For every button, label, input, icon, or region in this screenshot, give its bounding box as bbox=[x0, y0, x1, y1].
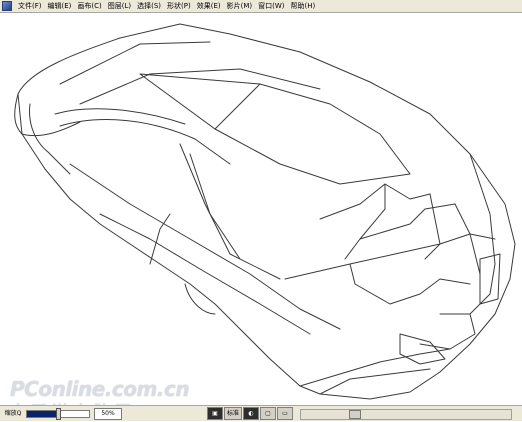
menu-window[interactable]: 窗口(W) bbox=[255, 0, 287, 13]
menu-canvas[interactable]: 画布(C) bbox=[74, 0, 104, 13]
status-bar: 缩放Q 50% ▣ 标准 ◐ ▢ ▭ bbox=[0, 405, 522, 421]
louver-6 bbox=[454, 203, 481, 275]
menu-help[interactable]: 帮助(H) bbox=[288, 0, 319, 13]
louver-4 bbox=[359, 183, 386, 240]
zoom-level[interactable]: 50% bbox=[94, 408, 122, 420]
front-wheel-arch bbox=[184, 283, 216, 315]
car-line-drawing bbox=[14, 23, 516, 400]
side-line bbox=[69, 163, 341, 330]
nose-inner bbox=[29, 103, 71, 175]
louver-3 bbox=[349, 263, 471, 305]
horizontal-scrollbar[interactable] bbox=[300, 409, 512, 420]
car-outline bbox=[17, 23, 516, 400]
louver-2 bbox=[344, 203, 456, 260]
view-mode-buttons: ▣ 标准 ◐ ▢ ▭ bbox=[207, 407, 294, 420]
rear-light bbox=[479, 253, 501, 305]
mode-button-full-icon[interactable]: ▭ bbox=[277, 407, 294, 420]
zoom-slider-thumb[interactable] bbox=[56, 408, 61, 420]
rear-edge bbox=[469, 153, 496, 315]
zoom-slider[interactable] bbox=[26, 408, 90, 420]
air-intake bbox=[399, 333, 446, 365]
roof-line bbox=[54, 108, 186, 125]
menu-file[interactable]: 文件(F) bbox=[15, 0, 45, 13]
engine-cover bbox=[284, 233, 496, 280]
rear-detail bbox=[419, 313, 476, 350]
drawing-canvas[interactable]: PConline.com.cn 太平洋电脑网 bbox=[0, 14, 522, 421]
mode-button-contrast-icon[interactable]: ◐ bbox=[243, 407, 260, 420]
mode-button-frame-icon[interactable]: ▢ bbox=[260, 407, 277, 420]
mode-button-a[interactable]: ▣ bbox=[207, 407, 223, 420]
menu-bar: 文件(F) 编辑(E) 画布(C) 图层(L) 选择(S) 形状(P) 效果(E… bbox=[0, 0, 522, 13]
zoom-tool-label: 缩放Q bbox=[4, 410, 22, 417]
menu-shape[interactable]: 形状(P) bbox=[164, 0, 194, 13]
side-line-2 bbox=[99, 213, 311, 335]
app-icon[interactable] bbox=[2, 1, 12, 11]
windshield-divider bbox=[214, 83, 261, 130]
louver-5 bbox=[424, 193, 441, 260]
menu-select[interactable]: 选择(S) bbox=[134, 0, 164, 13]
scrollbar-thumb[interactable] bbox=[349, 410, 361, 419]
menu-movie[interactable]: 影片(M) bbox=[224, 0, 256, 13]
menu-effects[interactable]: 效果(E) bbox=[194, 0, 224, 13]
roof-line-2 bbox=[59, 119, 231, 165]
menu-layer[interactable]: 图层(L) bbox=[105, 0, 134, 13]
menu-edit[interactable]: 编辑(E) bbox=[45, 0, 75, 13]
louver-1 bbox=[319, 183, 431, 220]
windshield bbox=[139, 73, 411, 185]
mode-button-standard[interactable]: 标准 bbox=[224, 407, 243, 420]
hood-line-2 bbox=[79, 68, 321, 105]
zoom-slider-fill bbox=[27, 411, 58, 417]
